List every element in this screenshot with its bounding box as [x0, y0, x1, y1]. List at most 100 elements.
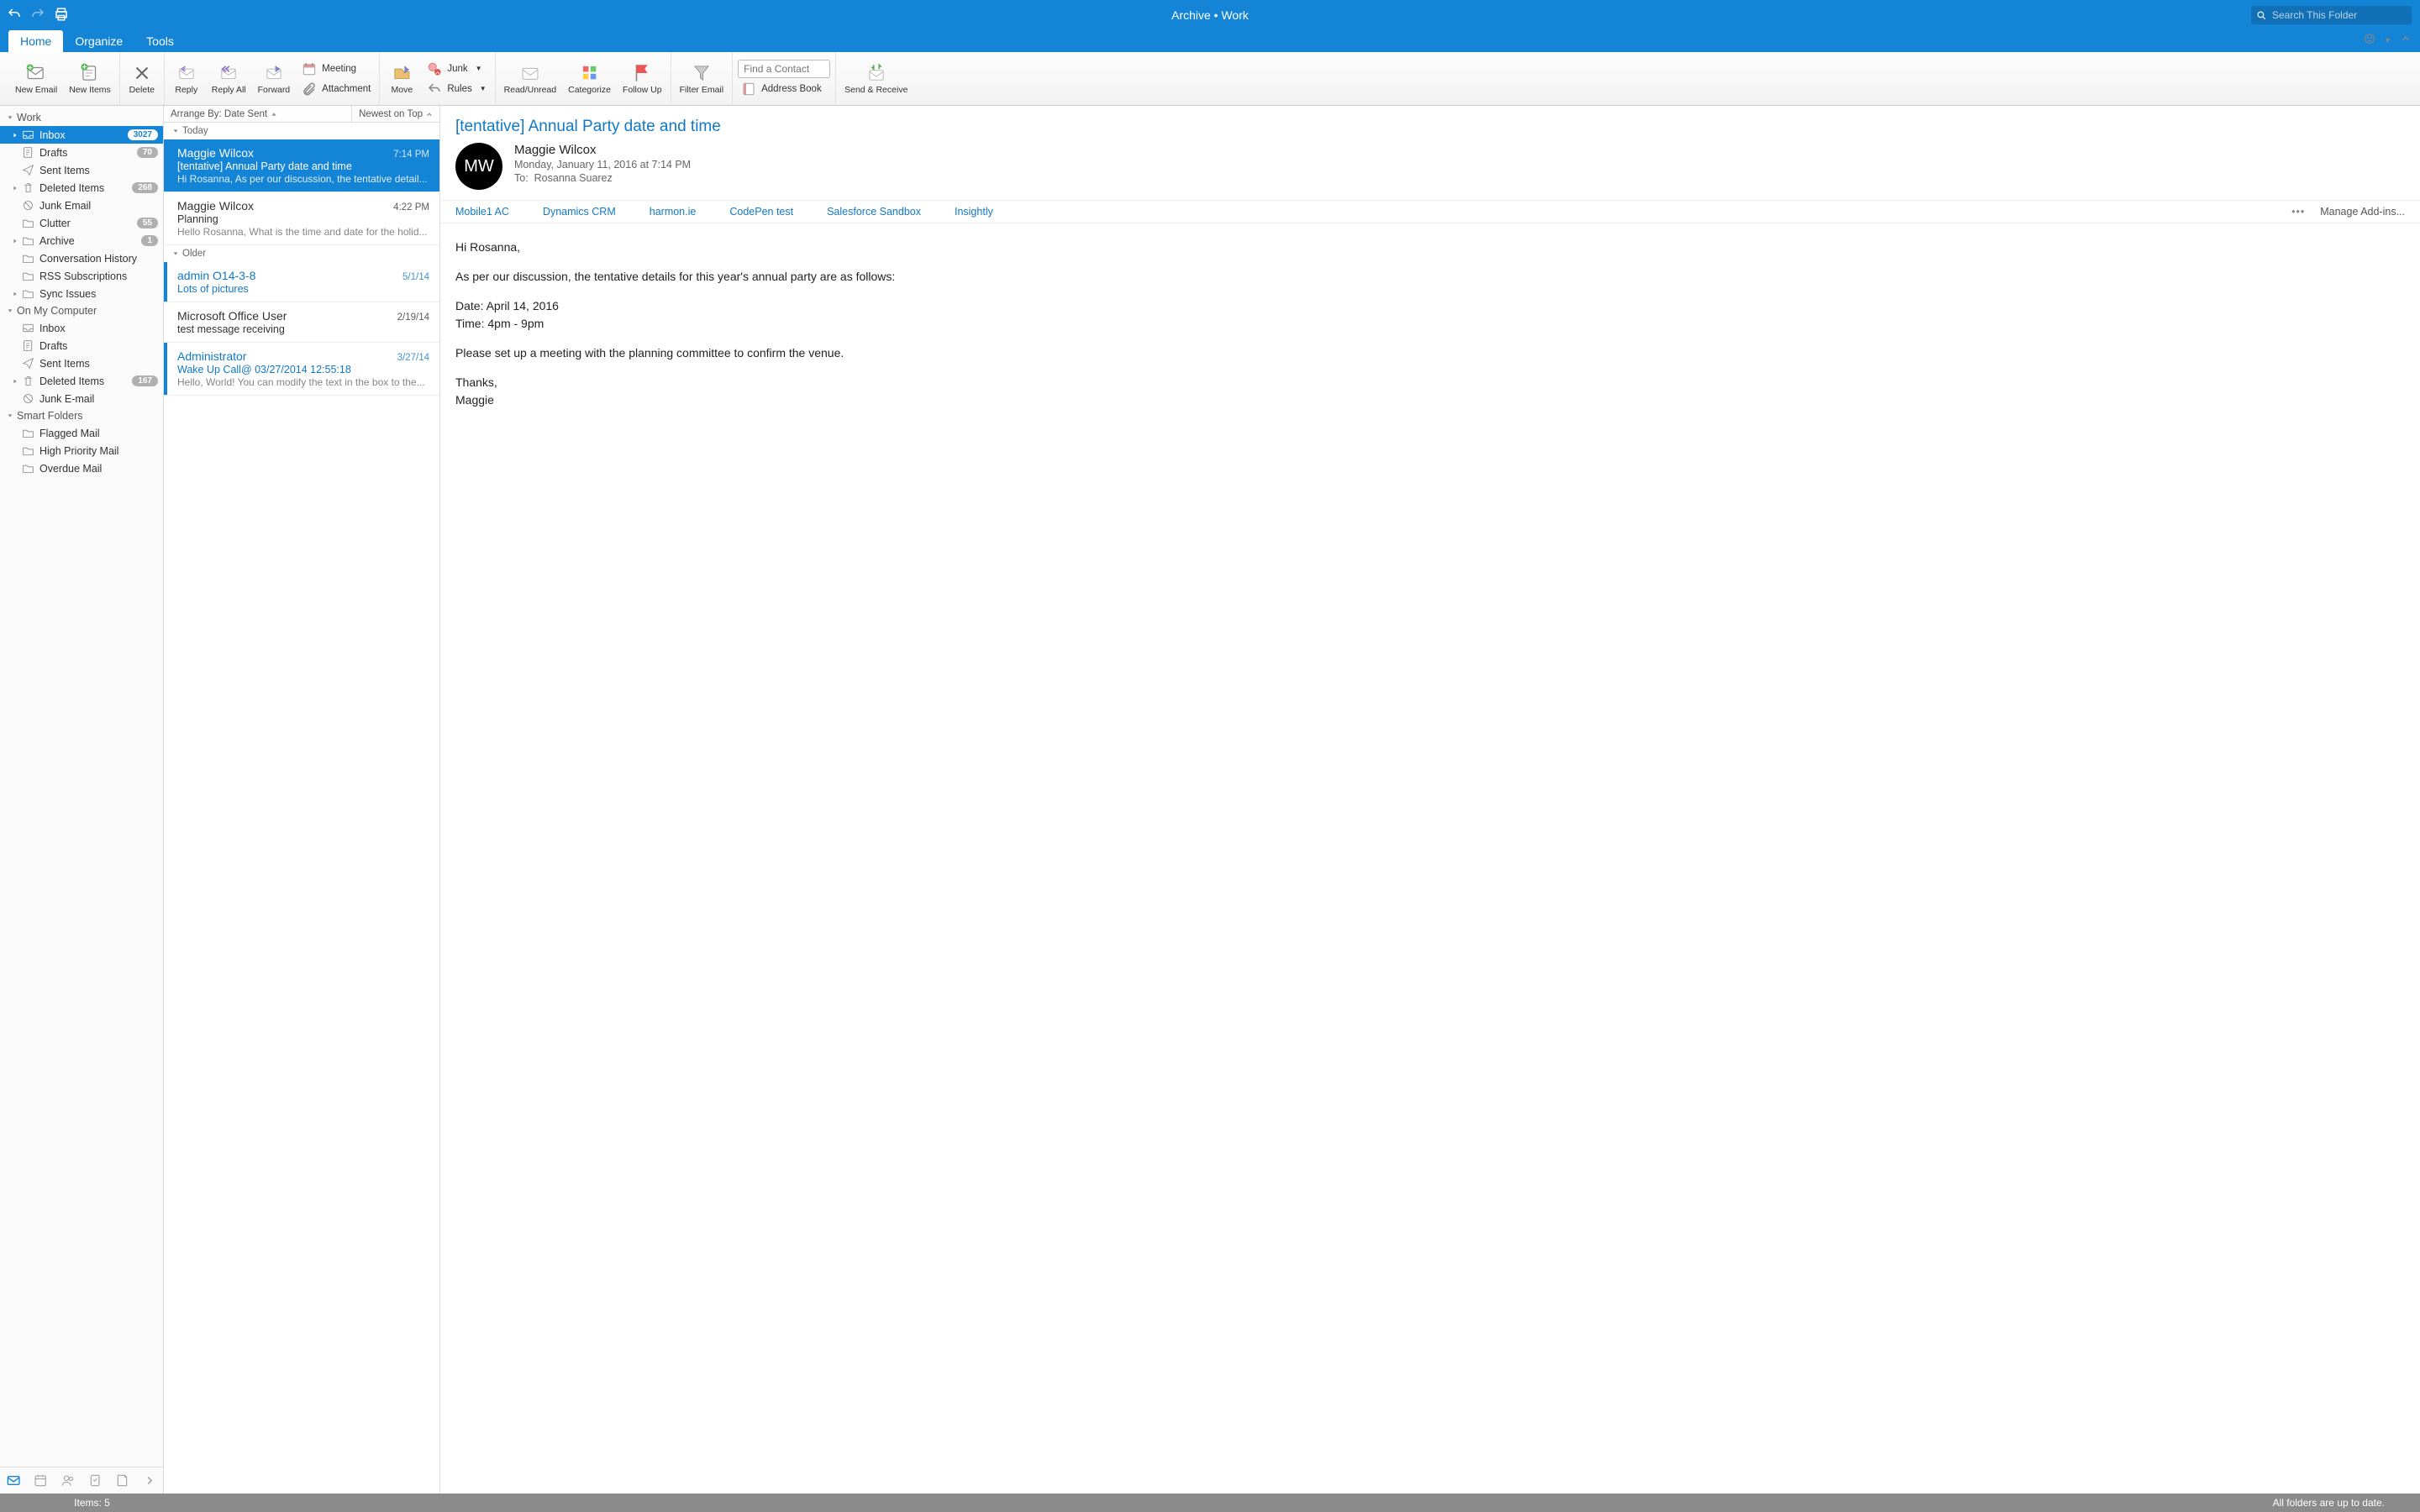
mail-view-icon[interactable] [7, 1473, 20, 1488]
sidebar-item-label: RSS Subscriptions [39, 270, 127, 282]
message-subject: [tentative] Annual Party date and time [177, 160, 429, 172]
sidebar-item-high-priority-mail[interactable]: High Priority Mail [0, 442, 163, 459]
addin-link[interactable]: Dynamics CRM [543, 206, 616, 218]
tab-home[interactable]: Home [8, 30, 63, 52]
print-icon[interactable] [54, 7, 69, 24]
sent-icon [22, 357, 34, 370]
attachment-button[interactable]: Attachment [298, 80, 374, 98]
sidebar-item-conversation-history[interactable]: Conversation History [0, 249, 163, 267]
sidebar-item-drafts[interactable]: Drafts [0, 337, 163, 354]
sidebar-item-deleted-items[interactable]: Deleted Items167 [0, 372, 163, 390]
sort-asc-icon [271, 111, 277, 118]
read-unread-button[interactable]: Read/Unread [501, 60, 560, 97]
sidebar-item-deleted-items[interactable]: Deleted Items268 [0, 179, 163, 197]
follow-up-button[interactable]: Follow Up [619, 60, 666, 97]
message-group-header[interactable]: Older [164, 245, 439, 262]
addins-more-icon[interactable]: ••• [2291, 206, 2305, 218]
junk-icon [22, 199, 34, 212]
sidebar-item-inbox[interactable]: Inbox3027 [0, 126, 163, 144]
junk-button[interactable]: Junk▼ [424, 60, 489, 78]
forward-button[interactable]: Forward [255, 60, 294, 97]
message-date: 5/1/14 [402, 272, 429, 282]
new-email-button[interactable]: New Email [12, 60, 60, 97]
meeting-button[interactable]: Meeting [298, 60, 374, 78]
sidebar-item-overdue-mail[interactable]: Overdue Mail [0, 459, 163, 477]
search-input[interactable] [2272, 9, 2407, 21]
sidebar-item-flagged-mail[interactable]: Flagged Mail [0, 424, 163, 442]
sidebar-item-junk-e-mail[interactable]: Junk E-mail [0, 390, 163, 407]
tab-organize[interactable]: Organize [63, 30, 134, 52]
message-item[interactable]: Microsoft Office User2/19/14test message… [164, 302, 439, 343]
sidebar-item-sent-items[interactable]: Sent Items [0, 354, 163, 372]
sidebar-item-archive[interactable]: Archive1 [0, 232, 163, 249]
reply-all-button[interactable]: Reply All [208, 60, 250, 97]
folder-icon [22, 270, 34, 282]
sidebar-section[interactable]: Work [0, 109, 163, 126]
sidebar: WorkInbox3027Drafts70Sent ItemsDeleted I… [0, 106, 164, 1494]
emoji-icon[interactable] [2364, 33, 2375, 47]
addins-bar: Mobile1 AC Dynamics CRM harmon.ie CodePen t… [440, 200, 2420, 223]
folder-icon [22, 462, 34, 475]
notes-view-icon[interactable] [115, 1473, 129, 1488]
message-item[interactable]: Maggie Wilcox7:14 PM[tentative] Annual P… [164, 139, 439, 192]
arrange-by-button[interactable]: Arrange By: Date Sent [164, 109, 351, 119]
delete-button[interactable]: Delete [125, 60, 159, 97]
undo-icon[interactable] [7, 7, 22, 24]
people-view-icon[interactable] [61, 1473, 75, 1488]
sidebar-item-sync-issues[interactable]: Sync Issues [0, 285, 163, 302]
sort-order-button[interactable]: Newest on Top [351, 106, 439, 122]
manage-addins-button[interactable]: Manage Add-ins... [2320, 206, 2405, 218]
reading-date: Monday, January 11, 2016 at 7:14 PM [514, 159, 2405, 171]
address-book-button[interactable]: Address Book [738, 80, 830, 98]
addin-link[interactable]: CodePen test [729, 206, 793, 218]
move-button[interactable]: Move [385, 60, 418, 97]
search-box[interactable] [2251, 6, 2412, 24]
message-subject: Wake Up Call@ 03/27/2014 12:55:18 [177, 364, 429, 375]
tab-tools[interactable]: Tools [134, 30, 186, 52]
tasks-view-icon[interactable] [88, 1473, 102, 1488]
inbox-icon [22, 129, 34, 141]
folder-icon [22, 234, 34, 247]
sidebar-item-label: Archive [39, 235, 75, 247]
message-subject: test message receiving [177, 323, 429, 335]
sidebar-item-junk-email[interactable]: Junk Email [0, 197, 163, 214]
message-item[interactable]: Administrator3/27/14Wake Up Call@ 03/27/… [164, 343, 439, 396]
message-preview: Hello, World! You can modify the text in… [177, 376, 429, 388]
sidebar-item-label: Sent Items [39, 358, 90, 370]
reply-button[interactable]: Reply [170, 60, 203, 97]
sidebar-item-sent-items[interactable]: Sent Items [0, 161, 163, 179]
addin-link[interactable]: Mobile1 AC [455, 206, 509, 218]
sidebar-item-label: Drafts [39, 340, 67, 352]
message-list: Arrange By: Date Sent Newest on Top Toda… [164, 106, 440, 1494]
sidebar-section[interactable]: On My Computer [0, 302, 163, 319]
message-item[interactable]: admin O14-3-85/1/14Lots of pictures [164, 262, 439, 302]
sidebar-item-clutter[interactable]: Clutter55 [0, 214, 163, 232]
sidebar-item-drafts[interactable]: Drafts70 [0, 144, 163, 161]
sidebar-item-label: Inbox [39, 323, 66, 334]
message-item[interactable]: Maggie Wilcox4:22 PMPlanningHello Rosann… [164, 192, 439, 245]
calendar-view-icon[interactable] [34, 1473, 47, 1488]
message-date: 2/19/14 [397, 312, 429, 323]
filter-email-button[interactable]: Filter Email [676, 60, 728, 97]
reading-to: To: Rosanna Suarez [514, 172, 2405, 184]
trash-icon [22, 375, 34, 387]
sidebar-item-rss-subscriptions[interactable]: RSS Subscriptions [0, 267, 163, 285]
message-group-header[interactable]: Today [164, 123, 439, 139]
nav-more-icon[interactable] [143, 1473, 156, 1488]
send-receive-button[interactable]: Send & Receive [841, 60, 911, 97]
badge: 70 [137, 147, 158, 158]
find-contact-input[interactable] [738, 60, 830, 78]
rules-button[interactable]: Rules▼ [424, 80, 489, 98]
addin-link[interactable]: Insightly [955, 206, 993, 218]
sidebar-item-inbox[interactable]: Inbox [0, 319, 163, 337]
addin-link[interactable]: harmon.ie [650, 206, 697, 218]
sidebar-section[interactable]: Smart Folders [0, 407, 163, 424]
collapse-ribbon-icon[interactable] [2400, 33, 2412, 47]
message-from: Maggie Wilcox [177, 146, 254, 160]
drafts-icon [22, 146, 34, 159]
sidebar-item-label: Junk Email [39, 200, 91, 212]
redo-icon[interactable] [30, 7, 45, 24]
categorize-button[interactable]: Categorize [565, 60, 614, 97]
new-items-button[interactable]: New Items [66, 60, 114, 97]
addin-link[interactable]: Salesforce Sandbox [827, 206, 921, 218]
